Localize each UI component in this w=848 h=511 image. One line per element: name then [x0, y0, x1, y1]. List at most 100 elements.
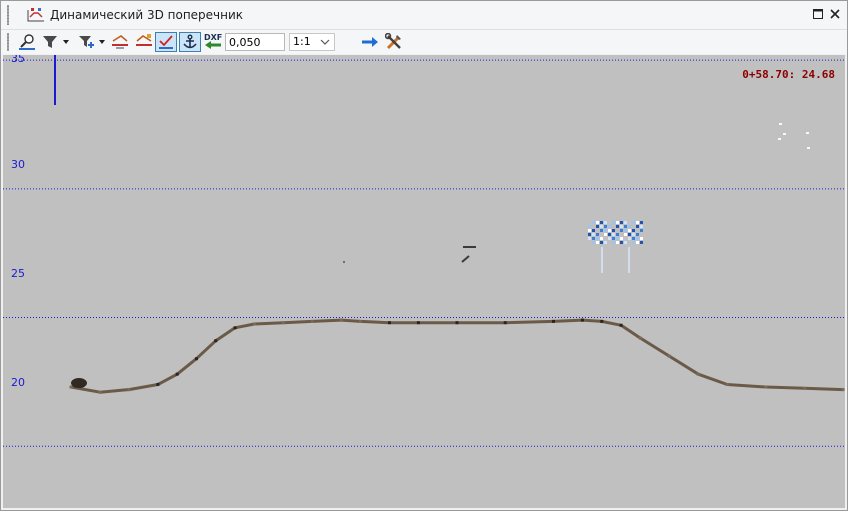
profile-point: [552, 319, 555, 323]
profile-point: [580, 318, 584, 322]
sign-points: [608, 225, 611, 228]
sign-points: [636, 237, 639, 240]
profile-point: [387, 321, 391, 325]
sign-points: [632, 221, 635, 224]
align-right-icon: [136, 34, 152, 46]
profile-point: [667, 354, 671, 358]
sign-points: [600, 221, 603, 224]
sign-points: [612, 221, 615, 224]
sign-points: [612, 229, 615, 232]
sign-points: [628, 237, 631, 240]
sign-points: [628, 233, 631, 236]
align-right-button[interactable]: [133, 32, 155, 52]
filter-add-button[interactable]: [76, 32, 96, 52]
cross-section-window: Динамический 3D поперечник DXF 0,050 1:1…: [0, 0, 848, 511]
sign-points: [600, 225, 603, 228]
sign-points: [616, 241, 619, 244]
terrain-profile: [69, 318, 845, 394]
sign-points: [620, 229, 623, 232]
sign-points: [600, 241, 603, 244]
filter-dropdown-icon[interactable]: [63, 40, 69, 44]
scatter-point: [807, 147, 810, 149]
sign-points: [608, 237, 611, 240]
anchor-button[interactable]: [179, 32, 201, 52]
sign-points: [604, 229, 607, 232]
cursor-readout: 0+58.70: 24.68: [742, 68, 835, 81]
plot-canvas[interactable]: [3, 55, 845, 508]
stray-points: [343, 261, 345, 263]
sign-points: [640, 237, 643, 240]
profile-point: [725, 382, 729, 386]
profile-point: [696, 372, 700, 376]
sign-points: [608, 233, 611, 236]
sign-points: [612, 241, 615, 244]
sign-points: [628, 225, 631, 228]
filter-add-icon: [79, 36, 94, 48]
sign-points: [600, 229, 603, 232]
profile-point: [310, 319, 314, 323]
sign-points: [588, 225, 591, 228]
forward-button[interactable]: [359, 32, 381, 52]
align-left-button[interactable]: [109, 32, 131, 52]
sign-points: [596, 233, 599, 236]
profile-point: [802, 386, 806, 390]
close-icon: [830, 9, 840, 19]
vegetation-points: [71, 378, 87, 389]
profile-point: [600, 319, 604, 323]
scale-select[interactable]: 1:1: [289, 33, 335, 51]
zoom-extents-button[interactable]: [16, 32, 38, 52]
sign-points: [616, 233, 619, 236]
sign-points: [608, 229, 611, 232]
profile-point: [359, 319, 362, 323]
sign-points: [612, 233, 615, 236]
sign-points: [592, 229, 595, 232]
profile-point: [127, 388, 131, 392]
y-tick-label: 30: [11, 158, 25, 171]
sign-points: [636, 233, 639, 236]
profile-point: [98, 390, 102, 394]
profile-point: [194, 357, 198, 361]
sign-points: [620, 241, 623, 244]
dxf-export-icon: DXF: [204, 33, 222, 49]
export-dxf-button[interactable]: DXF: [203, 32, 223, 52]
settings-button[interactable]: [383, 32, 405, 52]
sign-points: [596, 241, 599, 244]
sign-points: [616, 221, 619, 224]
profile-point: [619, 323, 623, 327]
profile-point: [214, 339, 218, 343]
sign-points: [632, 229, 635, 232]
show-checked-button[interactable]: [155, 32, 177, 52]
profile-point: [233, 326, 237, 330]
window-title: Динамический 3D поперечник: [50, 8, 244, 22]
sign-points: [596, 237, 599, 240]
y-tick-label: 20: [11, 376, 25, 389]
profile-point: [69, 385, 73, 389]
toolbar-grip[interactable]: [7, 33, 9, 51]
sign-points: [612, 237, 615, 240]
filter-add-dropdown-icon[interactable]: [99, 40, 105, 44]
sign-points: [600, 237, 603, 240]
drag-grip[interactable]: [7, 5, 9, 25]
sign-points: [636, 225, 639, 228]
sign-points: [592, 241, 595, 244]
sign-points: [592, 233, 595, 236]
chevron-down-icon: [320, 39, 330, 45]
sign-points: [596, 221, 599, 224]
profile-point: [281, 321, 285, 325]
sign-points: [632, 233, 635, 236]
cross-section-plot[interactable]: 35 30 25 20 0+58.70: 24.68: [3, 55, 845, 508]
maximize-button[interactable]: [811, 7, 825, 21]
tools-icon: [385, 33, 401, 50]
sign-points: [620, 221, 623, 224]
checkmark-icon: [159, 35, 173, 49]
sign-points: [588, 233, 591, 236]
profile-point: [503, 321, 507, 325]
step-input[interactable]: [225, 33, 285, 51]
sign-points: [620, 237, 623, 240]
close-button[interactable]: [828, 7, 842, 21]
arrow-right-icon: [362, 37, 378, 47]
profile-point: [175, 372, 179, 376]
sign-points: [616, 237, 619, 240]
filter-button[interactable]: [40, 32, 60, 52]
anchor-icon: [183, 34, 197, 49]
